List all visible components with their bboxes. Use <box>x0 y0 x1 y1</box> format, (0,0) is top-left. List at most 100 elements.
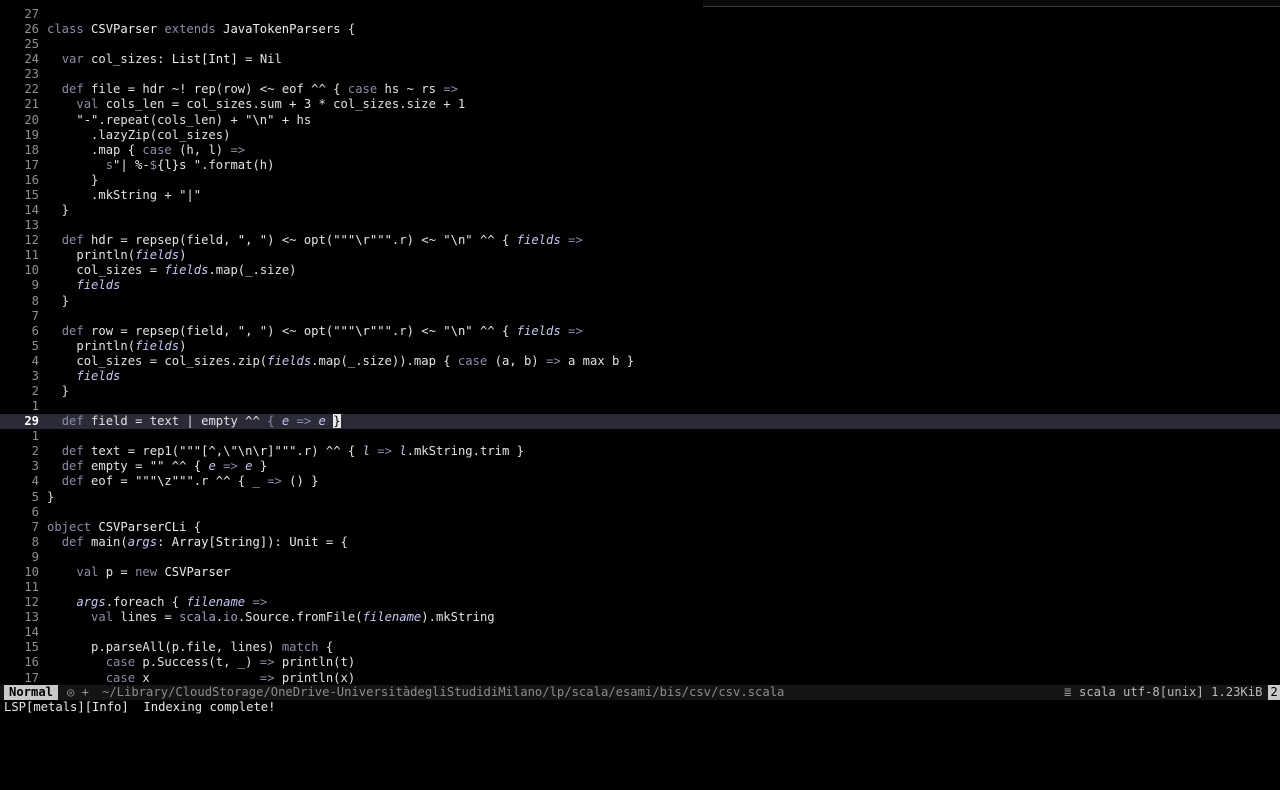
code-line[interactable]: 4 def eof = """\z""".r ^^ { _ => () } <box>0 474 1280 489</box>
code-token: .r) ^^ { <box>296 444 363 459</box>
code-line[interactable]: 22 def file = hdr ~! rep(row) <~ eof ^^ … <box>0 82 1280 97</box>
code-line[interactable]: 20 "-".repeat(cols_len) + "\n" + hs <box>0 113 1280 128</box>
code-token: empty = <box>91 459 150 474</box>
line-number: 9 <box>31 549 39 564</box>
code-line[interactable]: 1 <box>0 399 1280 414</box>
code-line[interactable]: 2 def text = rep1("""[^,\"\n\r]""".r) ^^… <box>0 444 1280 459</box>
code-line[interactable]: 5} <box>0 490 1280 505</box>
code-token: println( <box>76 248 136 263</box>
code-line[interactable]: 2 } <box>0 384 1280 399</box>
code-line[interactable]: 8 } <box>0 294 1280 309</box>
line-number: 14 <box>24 625 39 640</box>
line-number: 6 <box>31 504 39 519</box>
line-number: 12 <box>24 595 39 610</box>
statusline: Normal ◎ + ~/Library/CloudStorage/OneDri… <box>0 685 1280 700</box>
line-number: 16 <box>24 655 39 670</box>
code-line[interactable]: 9 fields <box>0 278 1280 293</box>
code-line[interactable]: 26 class CSVParser extends JavaTokenParse… <box>0 22 1280 37</box>
code-token: ^^ { <box>164 459 209 474</box>
code-token: args <box>127 534 158 549</box>
code-token: => <box>443 82 458 97</box>
code-token: } <box>47 293 70 308</box>
code-line[interactable]: 27 <box>0 7 1280 22</box>
code-token: val <box>76 564 106 579</box>
code-editor[interactable]: 27 26 class CSVParser extends JavaTokenPar… <box>0 7 1280 685</box>
code-token: "| %- <box>113 157 150 172</box>
code-line[interactable]: 14 <box>0 625 1280 640</box>
code-line[interactable]: 7 <box>0 309 1280 324</box>
code-line[interactable]: 12 args.foreach { filename => <box>0 595 1280 610</box>
current-code-line[interactable]: 29 def field = text | empty ^^ { e => e … <box>0 414 1280 430</box>
code-token: + hs <box>274 112 312 127</box>
code-line[interactable]: 4 col_sizes = col_sizes.zip(fields.map(_… <box>0 354 1280 369</box>
code-line[interactable]: 10 col_sizes = fields.map(_.size) <box>0 263 1280 278</box>
code-line[interactable]: 15 p.parseAll(p.file, lines) match { <box>0 640 1280 655</box>
code-line[interactable]: 19 .lazyZip(col_sizes) <box>0 128 1280 143</box>
code-line[interactable]: 11 println(fields) <box>0 248 1280 263</box>
code-line[interactable]: 10 val p = new CSVParser <box>0 565 1280 580</box>
code-line[interactable]: 25 <box>0 37 1280 52</box>
code-line[interactable]: 11 <box>0 580 1280 595</box>
code-line[interactable]: 13 val lines = scala.io.Source.fromFile(… <box>0 610 1280 625</box>
line-number: 24 <box>24 52 39 67</box>
code-line[interactable]: 17 case x => println(x) <box>0 671 1280 685</box>
code-line[interactable]: 23 <box>0 67 1280 82</box>
line-number: 20 <box>24 112 39 127</box>
code-line[interactable]: 13 <box>0 218 1280 233</box>
code-token: e <box>318 414 334 429</box>
line-number: 1 <box>31 399 39 414</box>
code-token: () } <box>289 474 319 489</box>
code-token: def <box>61 534 92 549</box>
code-token: => <box>267 474 290 489</box>
code-token: CSVParserCLi <box>98 519 194 534</box>
code-line[interactable]: 3 fields <box>0 369 1280 384</box>
code-line[interactable]: 5 println(fields) <box>0 339 1280 354</box>
code-token: "" <box>149 459 165 474</box>
code-line[interactable]: 6 <box>0 505 1280 520</box>
code-token: """\r""" <box>333 233 392 248</box>
line-number: 29 <box>24 414 39 429</box>
code-token: val <box>91 610 121 625</box>
code-line[interactable]: 12 def hdr = repsep(field, ", ") <~ opt(… <box>0 233 1280 248</box>
line-number: 27 <box>24 7 39 21</box>
code-line[interactable]: 16 case p.Success(t, _) => println(t) <box>0 655 1280 670</box>
code-token: => <box>252 595 268 610</box>
code-text: object CSVParserCLi { <box>47 520 201 535</box>
line-number: 8 <box>31 534 39 549</box>
code-token: println( <box>76 338 136 353</box>
code-text: val lines = scala.io.Source.fromFile(fil… <box>47 610 495 625</box>
code-line[interactable]: 18 .map { case (h, l) => <box>0 143 1280 158</box>
tabline-right <box>703 0 1280 7</box>
code-text: class CSVParser extends JavaTokenParsers… <box>47 22 355 37</box>
code-token: ", " <box>237 233 268 248</box>
code-text: def row = repsep(field, ", ") <~ opt("""… <box>47 324 583 339</box>
code-line[interactable]: 7 object CSVParserCLi { <box>0 520 1280 535</box>
code-line[interactable]: 1 <box>0 429 1280 444</box>
code-token: => <box>568 233 583 248</box>
code-line[interactable]: 17 s"| %-${l}s ".format(h) <box>0 158 1280 173</box>
line-number: 7 <box>31 308 39 323</box>
file-info: scala utf-8[unix] 1.23KiB <box>1079 685 1263 699</box>
code-token: => <box>568 323 583 338</box>
code-token: col_sizes: <box>91 52 172 67</box>
code-line[interactable]: 3 def empty = "" ^^ { e => e } <box>0 459 1280 474</box>
code-line[interactable]: 15 .mkString + "|" <box>0 188 1280 203</box>
code-line[interactable]: 6 def row = repsep(field, ", ") <~ opt("… <box>0 324 1280 339</box>
code-line[interactable]: 14 } <box>0 203 1280 218</box>
code-line[interactable]: 16 } <box>0 173 1280 188</box>
code-line[interactable]: 24 var col_sizes: List[Int] = Nil <box>0 52 1280 67</box>
code-token: case <box>105 655 143 670</box>
code-line[interactable]: 8 def main(args: Array[String]): Unit = … <box>0 535 1280 550</box>
code-token: println(x) <box>281 670 356 685</box>
code-line[interactable]: 21 val cols_len = col_sizes.sum + 3 * co… <box>0 97 1280 112</box>
code-token: => <box>296 414 319 429</box>
code-token: } <box>47 203 70 218</box>
code-line[interactable]: 9 <box>0 550 1280 565</box>
code-token: extends <box>164 22 224 37</box>
